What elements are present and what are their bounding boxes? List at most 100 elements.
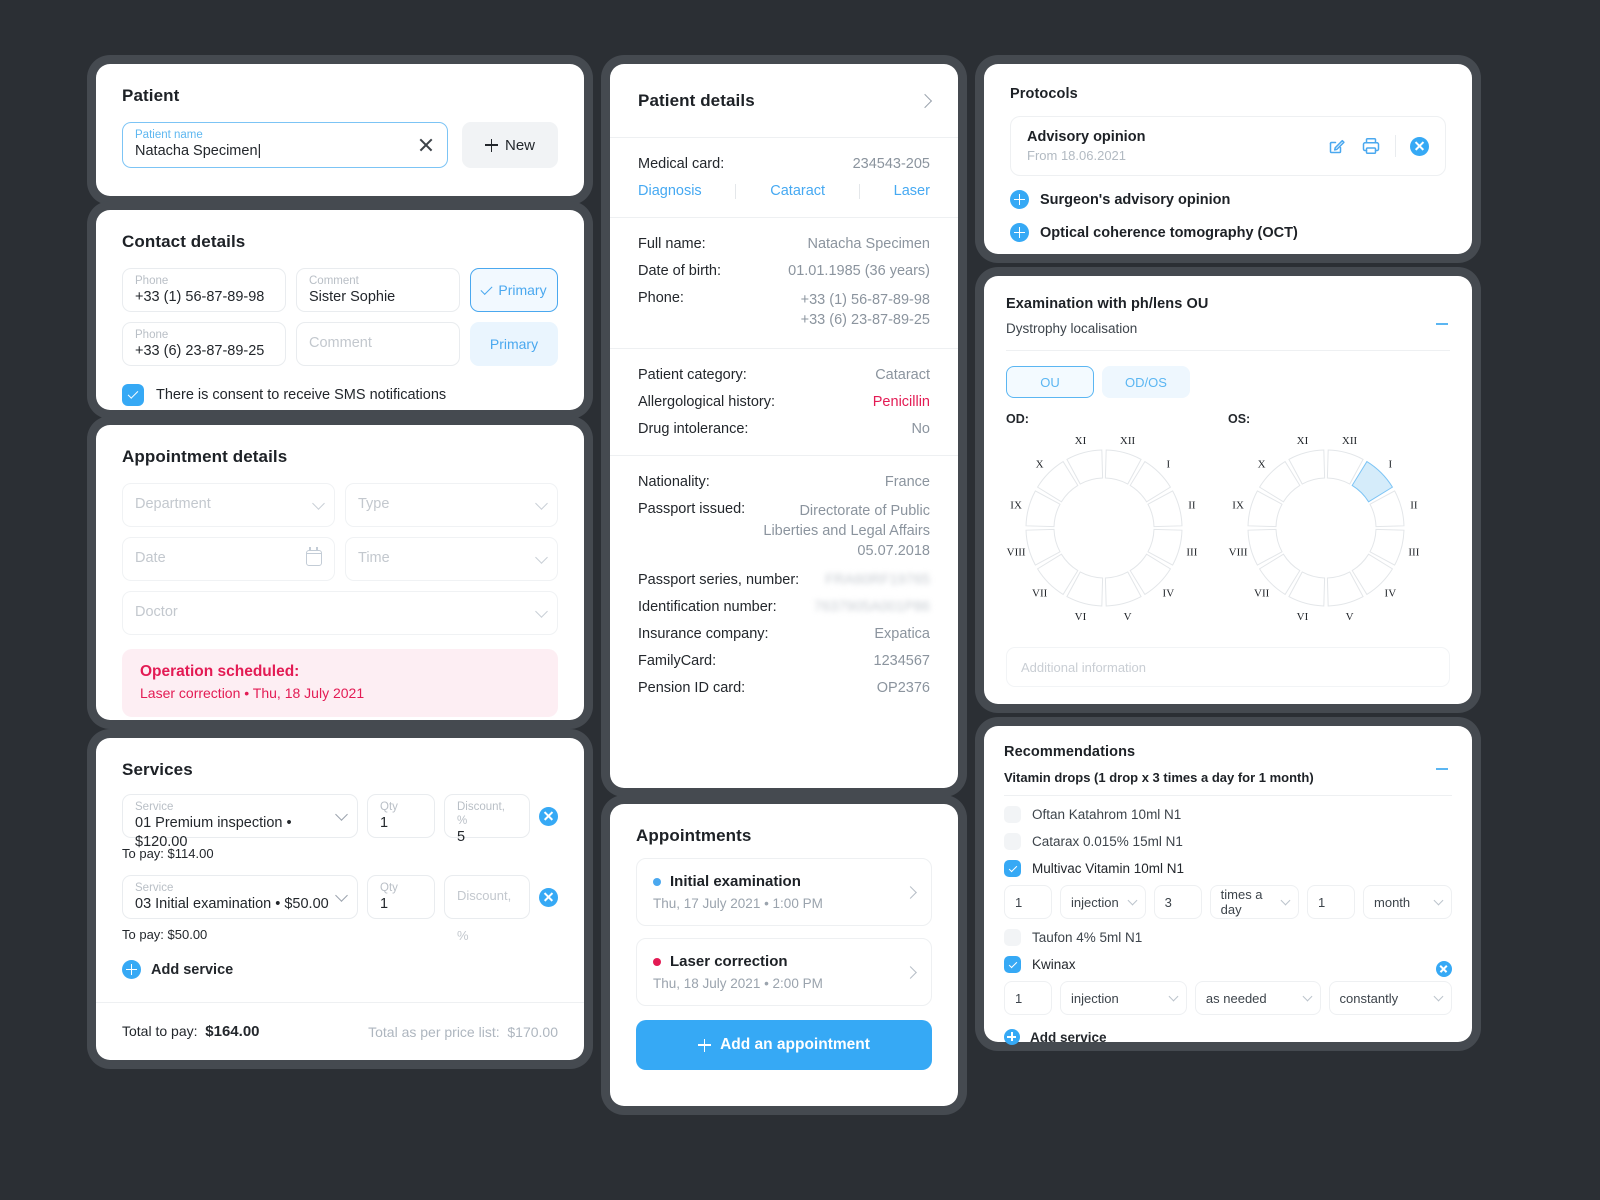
remove-service-button-2[interactable] [539,887,558,907]
clock-diagram-od[interactable]: XII I II III IV V VI VII VIII IX X XI [1006,430,1228,631]
clock-hour-label: IV [1385,587,1397,599]
divider [858,183,860,199]
phone-field-2[interactable]: Phone +33 (6) 23-87-89-25 [122,322,286,366]
recommendation-checkbox[interactable] [1004,956,1021,973]
recommendation-checkbox[interactable] [1004,806,1021,823]
dose-frequency[interactable]: as needed [1194,981,1321,1015]
department-select[interactable]: Department [122,483,335,527]
services-card: Services Service 01 Premium inspection •… [96,738,584,1060]
dose-duration[interactable]: constantly [1328,981,1452,1015]
patient-details-card: Patient details Medical card: 234543-205… [610,64,958,788]
tab-ou[interactable]: OU [1006,366,1094,398]
calendar-icon[interactable] [305,546,322,566]
doctor-select[interactable]: Doctor [122,591,558,635]
remove-service-button-1[interactable] [539,806,558,826]
clock-hour-label: II [1410,499,1418,511]
detail-row: Date of birth: 01.01.1985 (36 years) [638,263,930,279]
detail-row: Full name: Natacha Specimen [638,236,930,252]
check-icon [1008,959,1017,968]
contact-details-card: Contact details Phone +33 (1) 56-87-89-9… [96,210,584,410]
add-appointment-button[interactable]: Add an appointment [636,1020,932,1070]
chevron-right-icon[interactable] [917,93,933,108]
divider [1006,350,1450,351]
new-patient-button[interactable]: New [462,122,558,168]
remove-recommendation-button[interactable] [1436,961,1452,977]
link-diagnosis[interactable]: Diagnosis [638,183,702,199]
dose-form[interactable]: injection [1060,981,1187,1015]
tab-od-os[interactable]: OD/OS [1102,366,1190,398]
sms-consent-label: There is consent to receive SMS notifica… [156,387,447,403]
clear-icon[interactable] [418,137,434,153]
add-recommendation-label: Add service [1030,1029,1107,1045]
print-icon[interactable] [1361,136,1381,156]
add-protocol-surgeon[interactable]: Surgeon's advisory opinion [1010,190,1446,209]
patient-card: Patient Patient name Natacha Specimen| N… [96,64,584,196]
recommendation-item: Multivac Vitamin 10ml N1 [1004,860,1452,877]
dose-frequency-number[interactable]: 3 [1153,885,1202,919]
dose-form[interactable]: injection [1060,885,1146,919]
date-input[interactable]: Date [122,537,335,581]
comment-label: Comment [309,275,359,287]
recommendation-checkbox[interactable] [1004,833,1021,850]
clock-hour-label: V [1124,611,1132,623]
add-recommendation-button[interactable]: Add service [1004,1029,1452,1045]
clock-hour-label: I [1389,459,1393,471]
clock-hour-label: VI [1075,611,1087,623]
appointment-item-1[interactable]: Initial examination Thu, 17 July 2021 • … [636,858,932,926]
sms-consent-checkbox[interactable] [122,384,144,406]
link-laser[interactable]: Laser [894,183,930,199]
appointment-fields: Department Type Date Time Doctor [122,483,558,635]
clock-hour-label: XI [1075,435,1087,447]
dose-frequency[interactable]: times a day [1209,885,1300,919]
dose-amount-value: 1 [1015,894,1023,910]
primary-toggle-1[interactable]: Primary [470,268,558,312]
medical-card-value: 234543-205 [852,156,930,172]
service-select-2[interactable]: Service 03 Initial examination • $50.00 [122,875,358,919]
clock-hour-label: X [1036,459,1044,471]
recommendation-name: Multivac Vitamin 10ml N1 [1032,861,1185,876]
sms-consent-row[interactable]: There is consent to receive SMS notifica… [122,384,558,406]
collapse-icon[interactable] [1436,768,1448,770]
discount-input-2[interactable]: Discount, % [444,875,530,943]
check-icon [127,388,139,399]
clock-diagram-os[interactable]: XII I II III IV V VI VII VIII IX X XI [1228,430,1450,631]
recommendation-name: Taufon 4% 5ml N1 [1032,930,1143,945]
dose-amount[interactable]: 1 [1004,981,1052,1015]
dose-duration[interactable]: month [1363,885,1452,919]
new-patient-label: New [504,136,535,154]
link-cataract[interactable]: Cataract [770,183,825,199]
service-select-1[interactable]: Service 01 Premium inspection • $120.00 [122,794,358,850]
appointment-when: Thu, 18 July 2021 • 2:00 PM [653,976,823,991]
comment-field-1[interactable]: Comment Sister Sophie [296,268,460,312]
detail-key: Allergological history: [638,394,776,410]
phone-label: Phone [135,329,169,341]
dose-amount[interactable]: 1 [1004,885,1052,919]
appointment-field-row: Doctor [122,591,558,635]
patient-name-input[interactable]: Patient name Natacha Specimen| [122,122,448,168]
collapse-icon[interactable] [1436,323,1448,325]
type-select[interactable]: Type [345,483,558,527]
detail-value: Directorate of Public Liberties and Legal… [763,503,930,559]
clock-hour-label: X [1258,459,1266,471]
add-service-button[interactable]: Add service [122,960,558,979]
detail-value: Penicillin [872,394,930,410]
patient-basic-section: Full name: Natacha Specimen Date of birth:… [610,218,958,349]
time-select[interactable]: Time [345,537,558,581]
discount-input-1[interactable]: Discount, % 5 [444,794,530,845]
dose-duration-number[interactable]: 1 [1307,885,1356,919]
add-protocol-oct[interactable]: Optical coherence tomography (OCT) [1010,223,1446,242]
edit-icon[interactable] [1327,136,1347,156]
primary-toggle-2[interactable]: Primary [470,322,558,366]
appointment-item-2[interactable]: Laser correction Thu, 18 July 2021 • 2:0… [636,938,932,1006]
qty-input-2[interactable]: Qty 1 [367,875,435,919]
phone-field-1[interactable]: Phone +33 (1) 56-87-89-98 [122,268,286,312]
delete-icon[interactable] [1410,136,1429,156]
recommendation-checkbox[interactable] [1004,860,1021,877]
additional-information-input[interactable]: Additional information [1006,647,1450,687]
comment-field-2[interactable]: Comment [296,322,460,366]
recommendation-checkbox[interactable] [1004,929,1021,946]
divider [1004,795,1452,796]
qty-input-1[interactable]: Qty 1 [367,794,435,838]
contact-details-title: Contact details [122,232,246,251]
clock-hour-label: V [1346,611,1354,623]
